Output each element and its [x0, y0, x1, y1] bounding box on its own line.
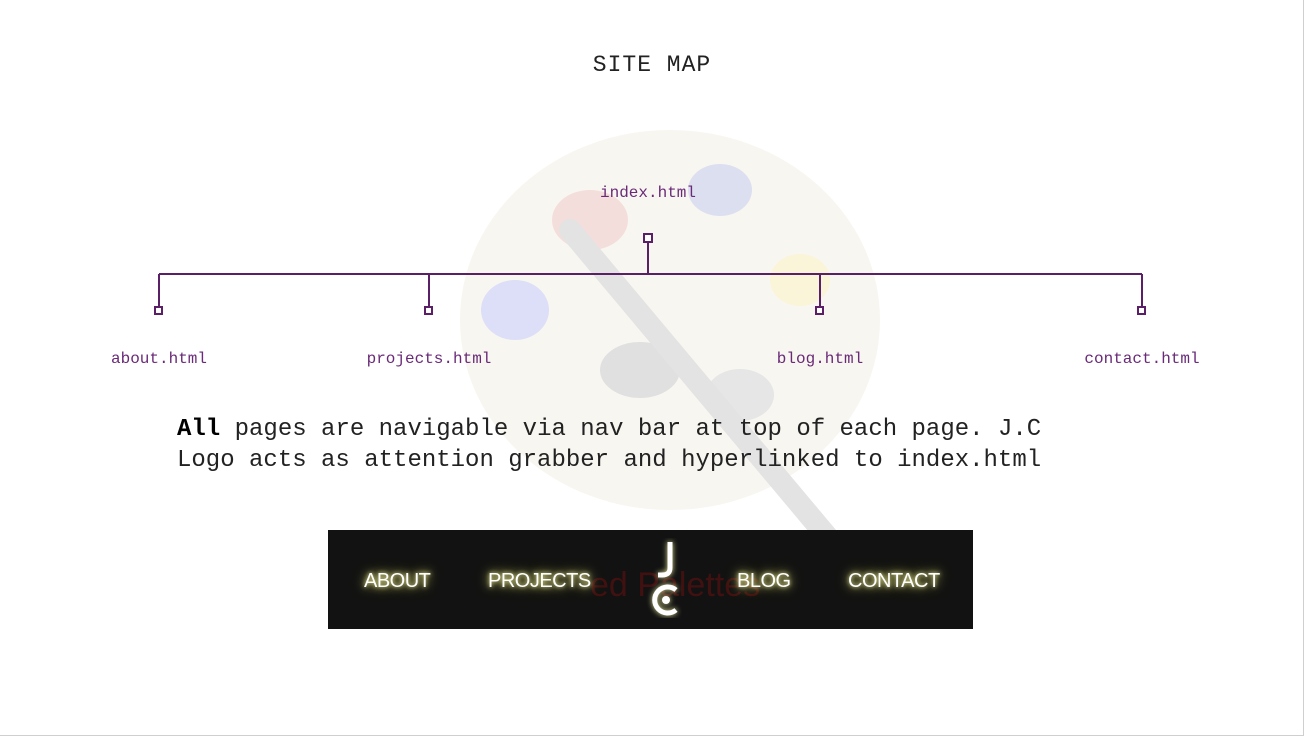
nav-bar-preview: ed Palettes ABOUT PROJECTS BLOG CONTACT	[328, 530, 973, 629]
nav-item-contact[interactable]: CONTACT	[848, 570, 940, 593]
description-text: All pages are navigable via nav bar at t…	[177, 414, 1137, 476]
node-label-projects: projects.html	[366, 350, 492, 368]
node-marker-index	[643, 233, 653, 243]
node-marker-about	[154, 306, 163, 315]
nav-item-blog[interactable]: BLOG	[737, 570, 791, 593]
node-marker-projects	[424, 306, 433, 315]
nav-item-projects[interactable]: PROJECTS	[488, 570, 591, 593]
node-label-about: about.html	[110, 350, 208, 368]
description-line-1-rest: pages are navigable via nav bar at top o…	[220, 416, 1042, 443]
description-line-1: All pages are navigable via nav bar at t…	[177, 414, 1137, 445]
jc-logo-icon[interactable]	[646, 538, 686, 618]
node-label-contact: contact.html	[1084, 350, 1200, 368]
description-line-2: Logo acts as attention grabber and hyper…	[177, 447, 1042, 474]
node-marker-blog	[815, 306, 824, 315]
nav-item-about[interactable]: ABOUT	[364, 570, 431, 593]
node-label-index: index.html	[599, 184, 697, 202]
node-marker-contact	[1137, 306, 1146, 315]
node-label-blog: blog.html	[776, 350, 864, 368]
site-map-slide: SITE MAP index.html about.html projects.…	[0, 0, 1304, 736]
description-bold: All	[177, 416, 221, 443]
